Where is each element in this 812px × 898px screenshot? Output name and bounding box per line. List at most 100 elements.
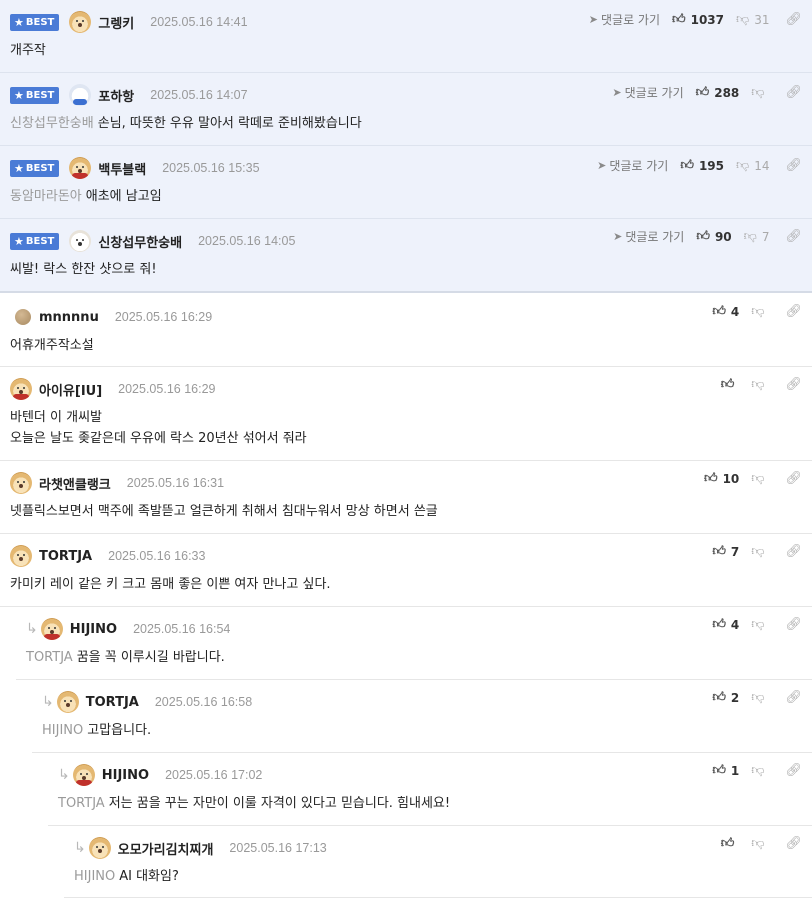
thumbs-down-icon: 👎︎ <box>751 836 765 851</box>
mention[interactable]: 신창섭무한숭배 <box>10 116 94 131</box>
link-icon[interactable]: 🔗︎ <box>785 690 802 705</box>
avatar[interactable] <box>10 472 32 494</box>
arrow-icon: ➤ <box>597 159 607 172</box>
thumbs-up-icon: 👍︎ <box>695 85 710 100</box>
thumbs-up-icon: 👍︎ <box>672 12 686 27</box>
comment-body: TORTJA 꿈을 꼭 이루시길 바랍니다. <box>26 650 225 665</box>
thumbs-down-icon: 👎︎ <box>736 12 750 27</box>
reply-arrow-icon: ↳ <box>58 767 70 783</box>
dislike-button[interactable]: 👎︎ <box>751 471 769 486</box>
dislike-button[interactable]: 👎︎ 14 <box>736 158 769 173</box>
avatar[interactable] <box>88 837 111 859</box>
thumbs-up-icon: 👍︎ <box>712 763 726 778</box>
avatar[interactable] <box>69 11 92 33</box>
reply-comment: ↳ HIJINO 2025.05.16 16:54 👍︎ 4 👎︎ 🔗︎ TORT… <box>16 607 812 680</box>
link-icon[interactable]: 🔗︎ <box>785 471 802 486</box>
best-badge: ★ BEST <box>10 86 60 104</box>
best-comment: ★ BEST 포하항 2025.05.16 14:07 ➤ 댓글로 가기 👍︎ 288… <box>0 73 812 146</box>
thumbs-up-icon: 👍︎ <box>720 836 735 851</box>
nickname[interactable]: TORTJA <box>39 549 92 564</box>
dislike-button[interactable]: 👎︎ <box>751 377 769 392</box>
avatar[interactable] <box>72 764 95 786</box>
comment-body: 바텐더 이 개씨발 오늘은 날도 좆같은데 우유에 락스 20년산 섞어서 줘라 <box>10 410 307 446</box>
dislike-button[interactable]: 👎︎ <box>751 85 769 100</box>
avatar[interactable] <box>69 84 92 106</box>
reply-comment: ↳ HIJINO 2025.05.16 17:02 👍︎ 1 👎︎ 🔗︎ TORT… <box>48 753 812 826</box>
thumbs-up-icon: 👍︎ <box>712 304 726 319</box>
mention[interactable]: 동암마라돈아 <box>10 189 82 204</box>
like-button[interactable]: 👍︎ 288 <box>696 85 740 100</box>
reply-comment: ↳ 오모가리김치찌개 2025.05.16 17:13 👍︎ 👎︎ 🔗︎ HIJ… <box>64 826 812 898</box>
link-icon[interactable]: 🔗︎ <box>785 763 802 778</box>
link-icon[interactable]: 🔗︎ <box>785 85 802 100</box>
goto-comment-link[interactable]: ➤ 댓글로 가기 <box>597 157 668 174</box>
avatar[interactable] <box>69 230 92 252</box>
like-button[interactable]: 👍︎ 1037 <box>672 12 724 27</box>
nickname[interactable]: 포하항 <box>98 86 134 105</box>
goto-comment-link[interactable]: ➤ 댓글로 가기 <box>612 84 683 101</box>
thumbs-up-icon: 👍︎ <box>712 617 726 632</box>
avatar[interactable] <box>15 309 31 325</box>
link-icon[interactable]: 🔗︎ <box>785 544 802 559</box>
avatar[interactable] <box>69 157 92 179</box>
nickname[interactable]: mnnnnu <box>39 310 99 325</box>
dislike-button[interactable]: 👎︎ <box>751 690 769 705</box>
nickname[interactable]: HIJINO <box>70 622 117 637</box>
link-icon[interactable]: 🔗︎ <box>785 836 802 851</box>
dislike-button[interactable]: 👎︎ <box>751 617 769 632</box>
like-button[interactable]: 👍︎ 7 <box>712 544 739 559</box>
thumbs-down-icon: 👎︎ <box>751 304 765 319</box>
arrow-icon: ➤ <box>588 13 598 26</box>
thumbs-down-icon: 👎︎ <box>751 85 765 100</box>
link-icon[interactable]: 🔗︎ <box>785 304 802 319</box>
arrow-icon: ➤ <box>612 86 622 99</box>
like-button[interactable]: 👍︎ 90 <box>696 229 731 244</box>
like-button[interactable]: 👍︎ 2 <box>712 690 739 705</box>
like-button[interactable]: 👍︎ 4 <box>712 617 739 632</box>
mention[interactable]: TORTJA <box>26 650 73 665</box>
link-icon[interactable]: 🔗︎ <box>785 229 802 244</box>
comment-date: 2025.05.16 14:41 <box>150 15 248 29</box>
like-button[interactable]: 👍︎ 4 <box>712 304 739 319</box>
like-button[interactable]: 👍︎ 1 <box>712 763 739 778</box>
like-button[interactable]: 👍︎ 10 <box>704 471 739 486</box>
nickname[interactable]: 그렝키 <box>98 13 134 32</box>
nickname[interactable]: 백투블랙 <box>98 159 146 178</box>
avatar[interactable] <box>10 378 32 400</box>
dislike-button[interactable]: 👎︎ <box>751 836 769 851</box>
thumbs-down-icon: 👎︎ <box>743 229 757 244</box>
nickname[interactable]: 신창섭무한숭배 <box>98 232 182 251</box>
link-icon[interactable]: 🔗︎ <box>785 617 802 632</box>
like-button[interactable]: 👍︎ <box>721 377 740 392</box>
nickname[interactable]: 아이유[IU] <box>39 380 102 399</box>
comment-body: 신창섭무한숭배 손님, 따뜻한 우유 말아서 락떼로 준비해봤습니다 <box>10 116 362 131</box>
goto-comment-link[interactable]: ➤ 댓글로 가기 <box>613 228 684 245</box>
mention[interactable]: HIJINO <box>74 869 115 884</box>
mention[interactable]: TORTJA <box>58 796 105 811</box>
avatar[interactable] <box>10 545 32 567</box>
mention[interactable]: HIJINO <box>42 723 83 738</box>
dislike-button[interactable]: 👎︎ 31 <box>736 12 769 27</box>
like-button[interactable]: 👍︎ 195 <box>680 158 724 173</box>
nickname[interactable]: 라챗앤클랭크 <box>39 474 111 493</box>
dislike-button[interactable]: 👎︎ <box>751 763 769 778</box>
comment-date: 2025.05.16 17:02 <box>165 768 263 782</box>
avatar[interactable] <box>56 691 79 713</box>
link-icon[interactable]: 🔗︎ <box>785 377 802 392</box>
reply-arrow-icon: ↳ <box>74 840 86 856</box>
comment-body: HIJINO 고맙읍니다. <box>42 723 152 738</box>
like-button[interactable]: 👍︎ <box>721 836 740 851</box>
thumbs-down-icon: 👎︎ <box>736 158 750 173</box>
link-icon[interactable]: 🔗︎ <box>785 158 802 173</box>
thumbs-down-icon: 👎︎ <box>751 377 765 392</box>
dislike-button[interactable]: 👎︎ 7 <box>744 229 770 244</box>
comment-date: 2025.05.16 16:29 <box>114 310 213 324</box>
nickname[interactable]: 오모가리김치찌개 <box>118 839 214 858</box>
goto-comment-link[interactable]: ➤ 댓글로 가기 <box>589 11 660 28</box>
avatar[interactable] <box>40 618 63 640</box>
dislike-button[interactable]: 👎︎ <box>751 304 769 319</box>
nickname[interactable]: HIJINO <box>102 768 149 783</box>
dislike-button[interactable]: 👎︎ <box>751 544 769 559</box>
link-icon[interactable]: 🔗︎ <box>785 12 802 27</box>
nickname[interactable]: TORTJA <box>86 695 139 710</box>
